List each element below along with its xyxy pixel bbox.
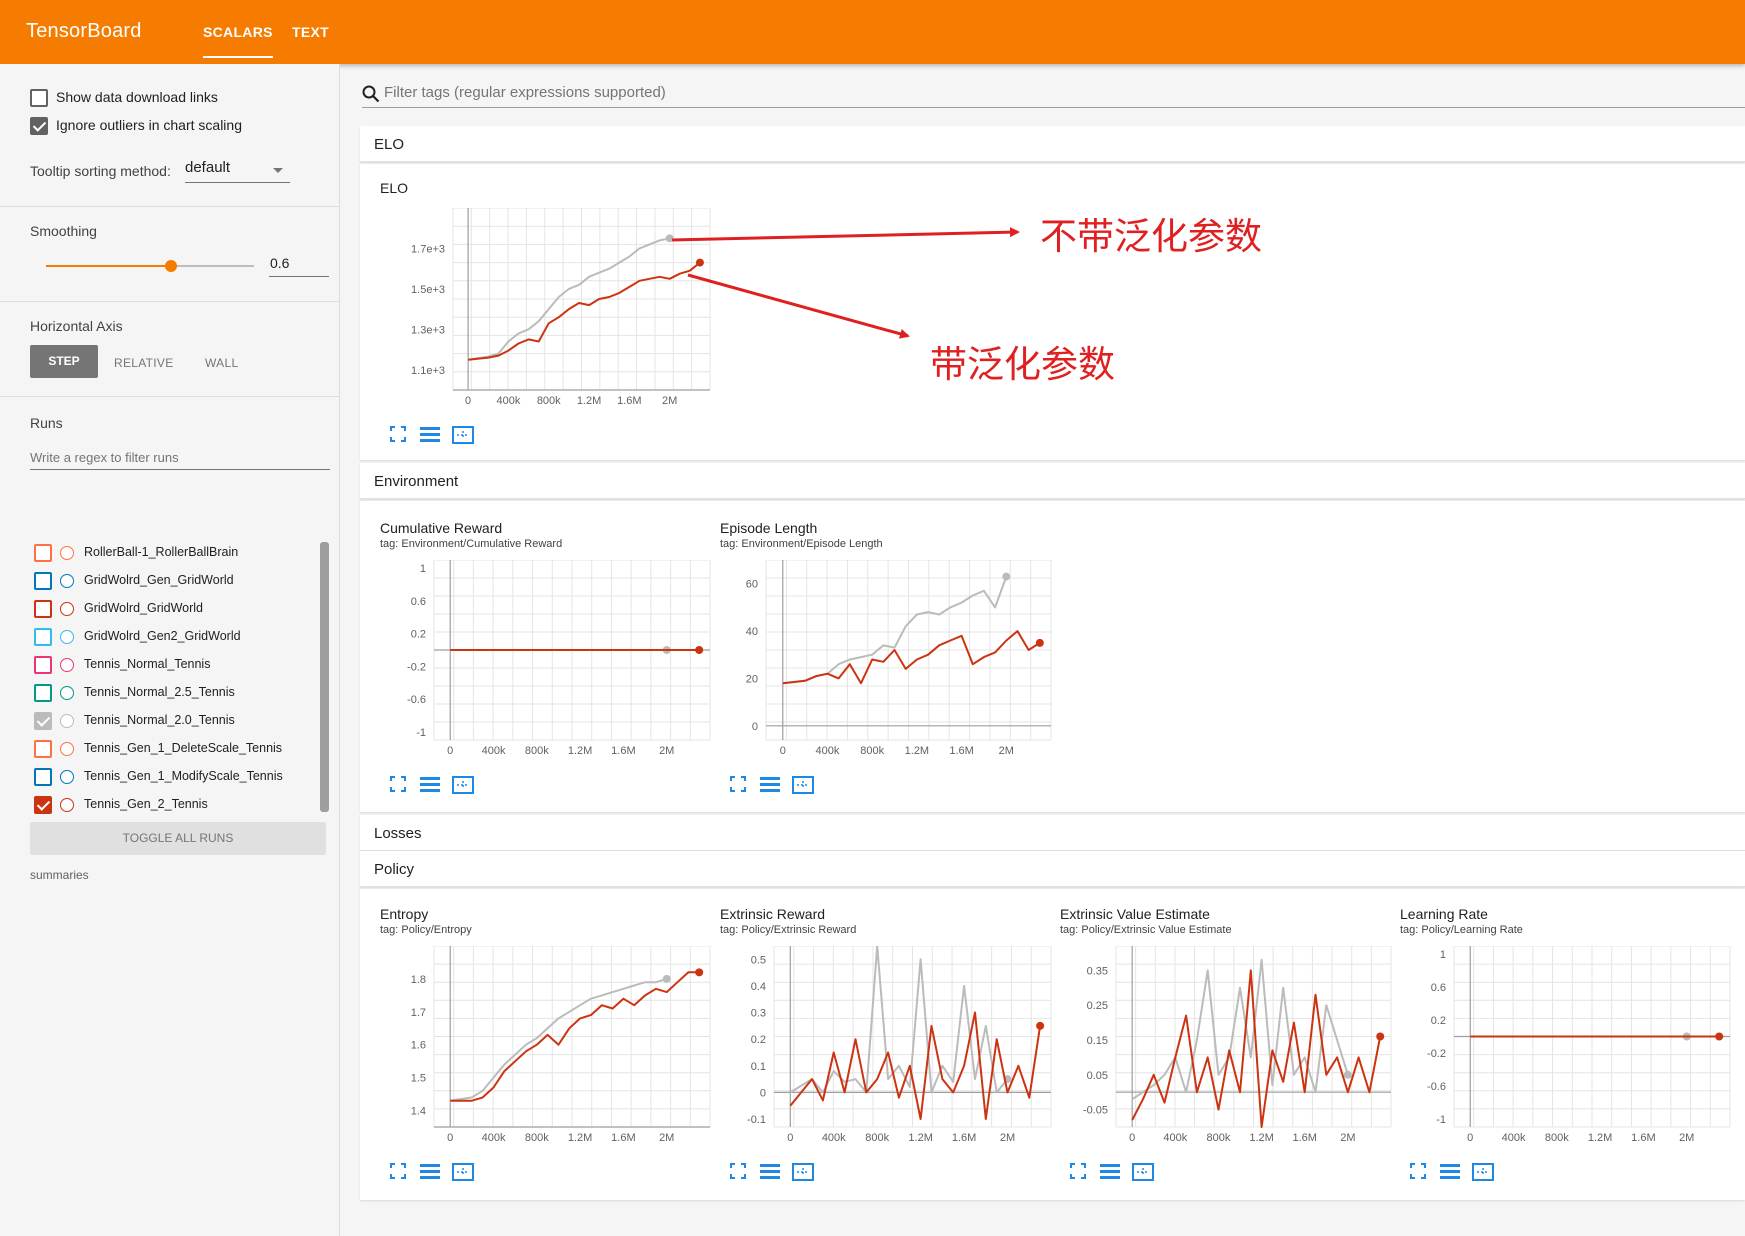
annotation-with-generalization: 带泛化参数: [930, 343, 1115, 386]
annotation-arrows: [671, 227, 1020, 339]
annotation-without-generalization: 不带泛化参数: [1040, 215, 1262, 258]
arrow-with-generalization: [687, 273, 910, 339]
arrow-without-generalization: [671, 227, 1020, 242]
